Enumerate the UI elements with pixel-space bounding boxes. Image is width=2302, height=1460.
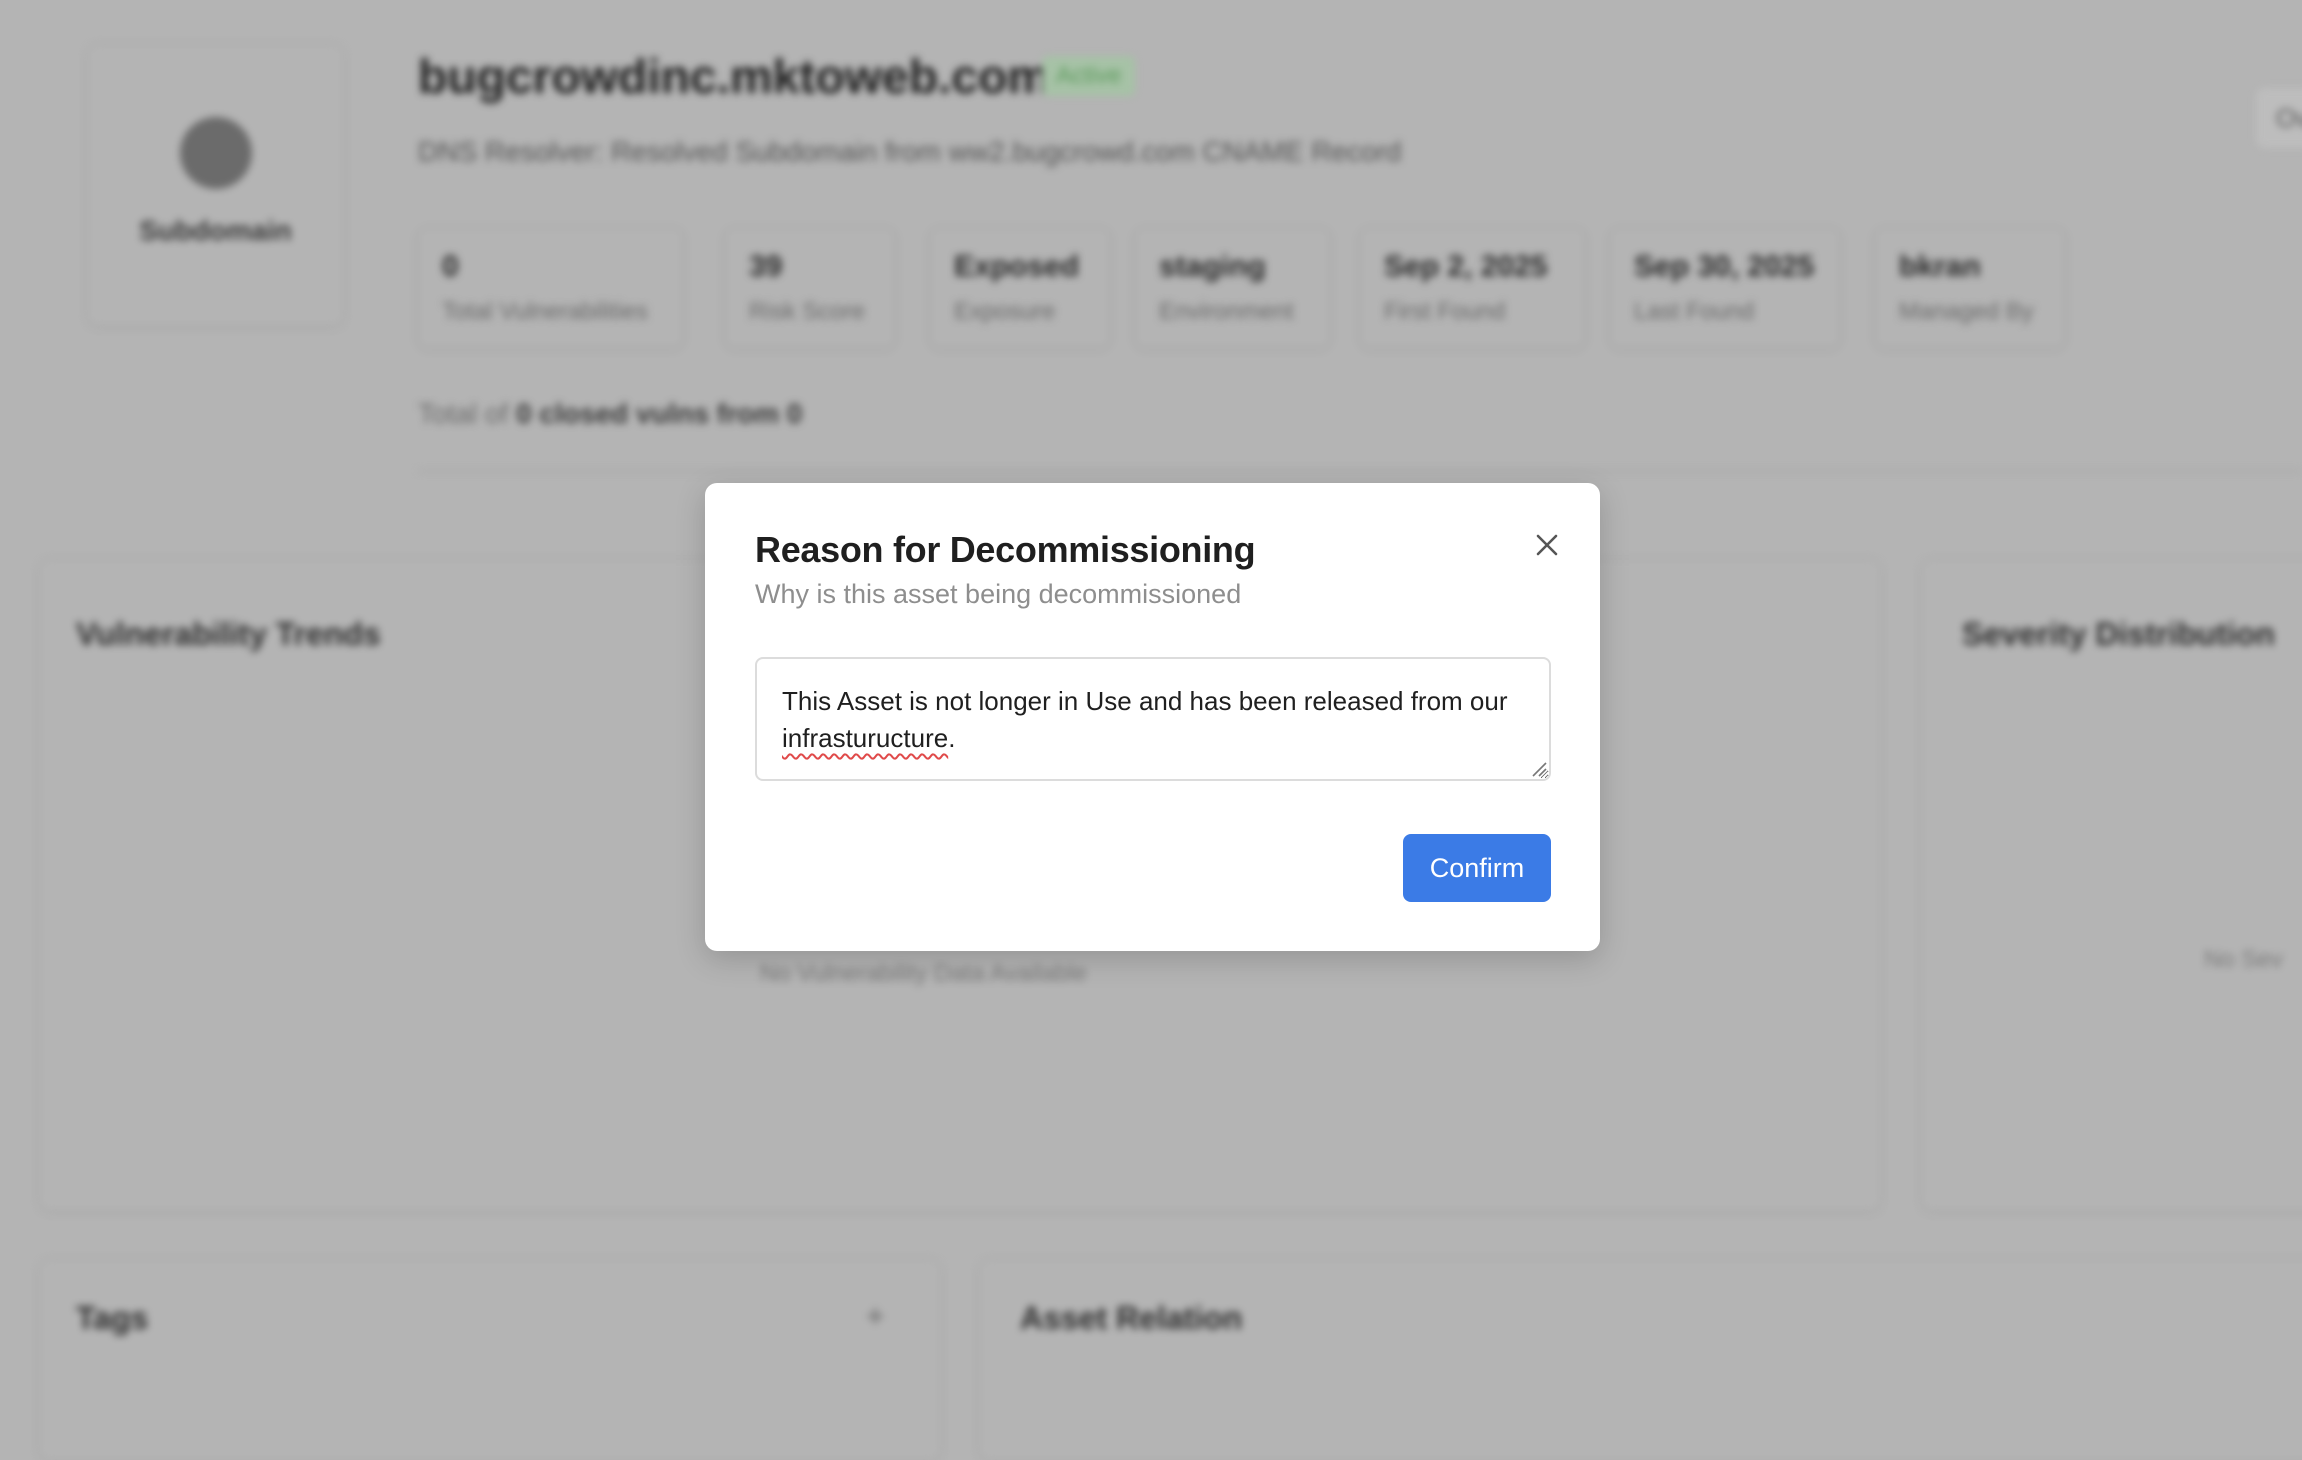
overview-button[interactable]: Ov [2256,88,2302,148]
stat-total-vulnerabilities: 0 Total Vulnerabilities [418,228,683,348]
trends-title: Vulnerability Trends [76,616,381,652]
asset-subtitle: DNS Resolver: Resolved Subdomain from ww… [418,136,1402,167]
status-badge: Active [1042,56,1136,96]
stat-exposure: Exposed Exposure [930,228,1110,348]
severity-distribution-card: Severity Distribution No Sev [1922,560,2302,1210]
stat-label: Exposure [954,298,1056,325]
severity-title: Severity Distribution [1962,616,2275,652]
close-icon [1536,534,1558,556]
asset-type-card: Subdomain [88,45,343,325]
stat-first-found: Sep 2, 2025 First Found [1360,228,1585,348]
vuln-summary-line: Total of 0 closed vulns from 0 [418,398,802,430]
stat-value: Exposed [954,250,1080,283]
stat-value: Sep 30, 2025 [1634,250,1815,283]
stat-managed-by: bkran Managed By [1875,228,2065,348]
confirm-button[interactable]: Confirm [1403,834,1551,902]
divider [418,470,2302,472]
globe-icon [180,117,252,189]
stat-label: First Found [1384,298,1506,325]
tags-title: Tags [76,1300,149,1336]
reason-textarea[interactable]: This Asset is not longer in Use and has … [755,657,1551,781]
modal-title: Reason for Decommissioning [755,529,1256,570]
asset-title: bugcrowdinc.mktoweb.com [418,51,1051,104]
severity-empty-message: No Sev [2204,946,2283,973]
asset-relation-title: Asset Relation [1020,1300,1243,1336]
vuln-summary-emphasis: 0 closed vulns from 0 [516,398,803,429]
tags-card: Tags + [40,1260,940,1460]
decommission-modal: Reason for Decommissioning Why is this a… [705,483,1600,951]
stat-risk-score: 39 Risk Score [725,228,895,348]
stat-last-found: Sep 30, 2025 Last Found [1610,228,1840,348]
asset-relation-card: Asset Relation [980,1260,2302,1460]
stat-environment: staging Environment [1135,228,1330,348]
vuln-summary-prefix: Total of [418,398,509,429]
stat-value: 39 [749,250,783,283]
reason-text-after: . [948,723,956,753]
stat-label: Risk Score [749,298,866,325]
trends-empty-message: No Vulnerability Data Available [760,960,1087,987]
stat-value: Sep 2, 2025 [1384,250,1548,283]
asset-type-label: Subdomain [139,215,292,246]
reason-misspelled-word: infrasturucture [782,723,949,753]
add-tag-button[interactable]: + [866,1298,885,1335]
modal-subtitle: Why is this asset being decommissioned [755,579,1242,609]
stat-value: staging [1159,250,1266,283]
stat-label: Last Found [1634,298,1755,325]
stat-value: 0 [442,250,459,283]
close-button[interactable] [1527,525,1567,565]
stat-label: Managed By [1899,298,2034,325]
stat-label: Environment [1159,298,1294,325]
stat-label: Total Vulnerabilities [442,298,648,325]
reason-text-before: This Asset is not longer in Use and has … [782,686,1508,716]
stat-value: bkran [1899,250,1981,283]
